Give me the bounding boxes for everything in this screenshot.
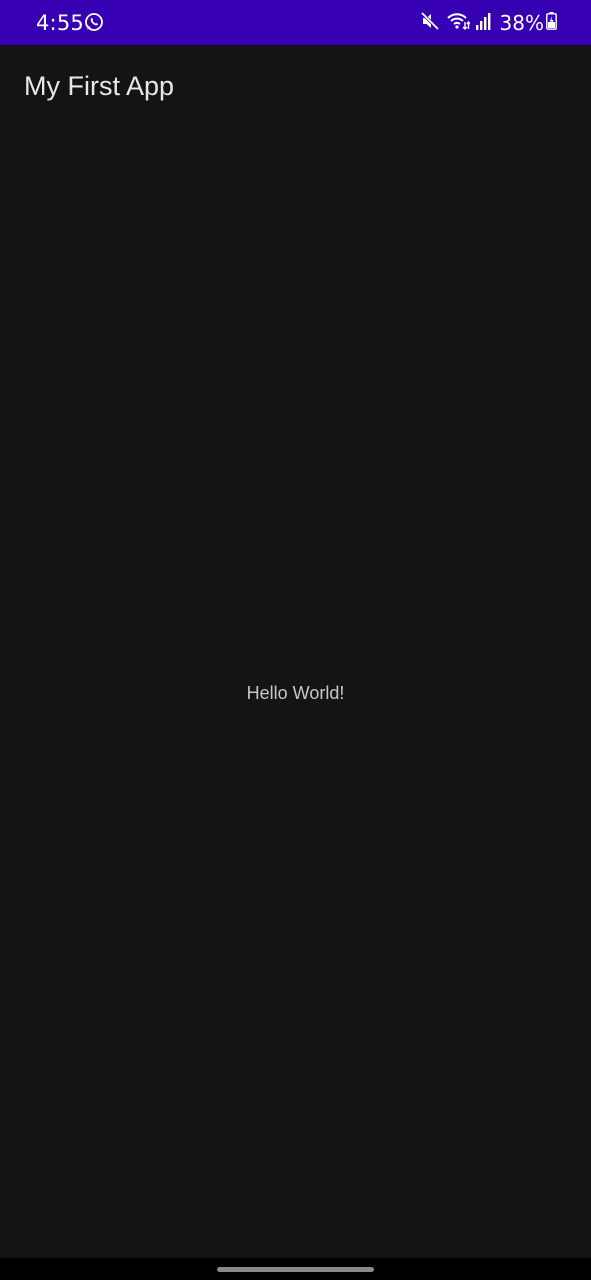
app-title: My First App: [24, 71, 175, 101]
status-bar: 4:55 38%: [0, 0, 591, 45]
main-content: Hello World!: [0, 131, 591, 1258]
status-time: 4:55: [36, 11, 84, 35]
app-screen: 4:55 38% My First App Hello World!: [0, 0, 591, 1280]
status-icons: 38%: [420, 10, 557, 36]
gesture-home-handle[interactable]: [217, 1267, 374, 1272]
signal-icon: [475, 12, 492, 34]
hello-world-text: Hello World!: [246, 683, 345, 703]
whatsapp-icon: [84, 12, 104, 32]
app-bar: My First App: [0, 45, 591, 131]
wifi-icon: [446, 11, 471, 35]
battery-percent: 38%: [499, 11, 544, 35]
navigation-bar: [0, 1258, 591, 1280]
mute-icon: [420, 11, 440, 35]
battery-charging-icon: [546, 12, 557, 34]
